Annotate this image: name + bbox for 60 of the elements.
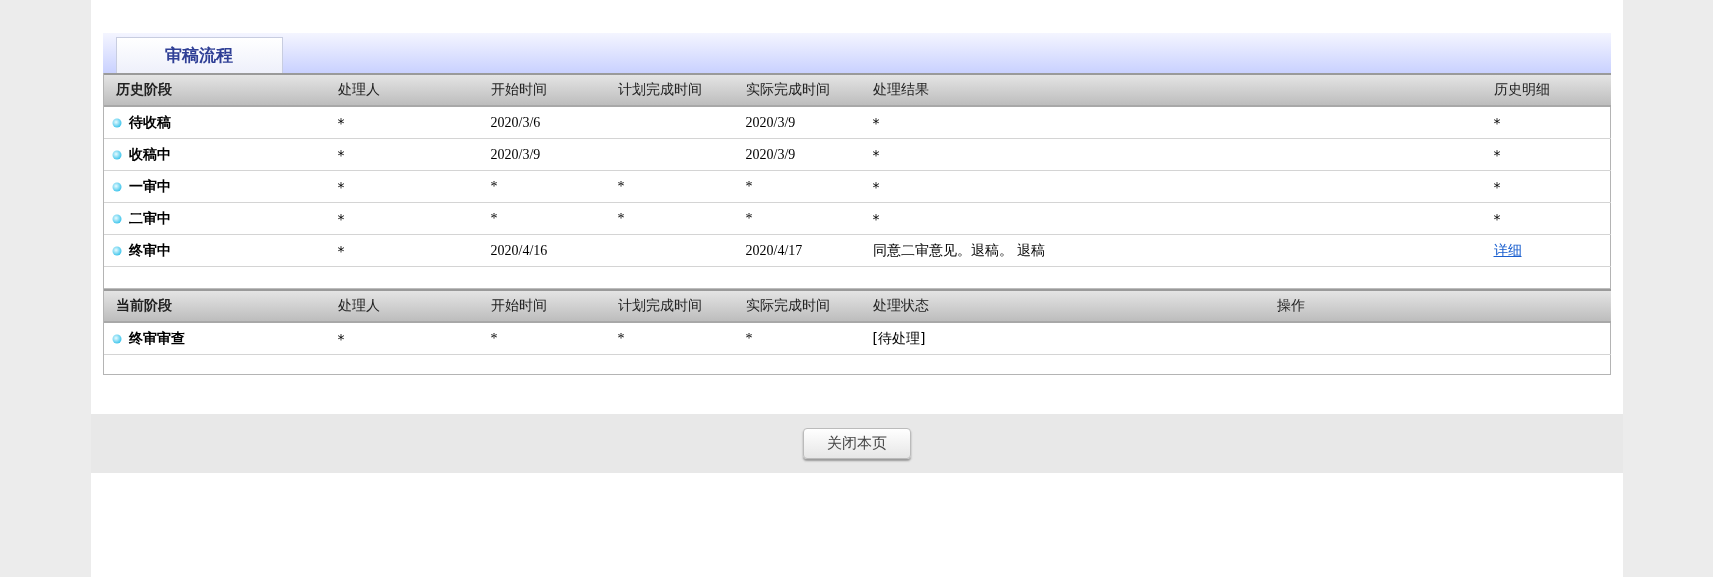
column-header: 历史阶段 — [114, 81, 172, 97]
close-page-button[interactable]: 关闭本页 — [802, 428, 911, 459]
table-cell: * — [872, 114, 880, 131]
table-cell: * — [337, 242, 345, 259]
column-header: 处理结果 — [872, 81, 929, 97]
table-cell: 2020/3/9 — [490, 146, 541, 162]
column-header: 当前阶段 — [114, 297, 172, 313]
table-cell: 2020/3/9 — [745, 114, 796, 130]
table-cell: * — [490, 178, 498, 194]
bullet-icon — [111, 333, 122, 344]
table-cell: * — [490, 210, 498, 226]
stage-name: 终审审查 — [128, 329, 185, 348]
detail-link[interactable]: 详细 — [1493, 241, 1522, 258]
bullet-icon — [111, 245, 122, 256]
table-cell: * — [1493, 146, 1501, 163]
bullet-icon — [111, 213, 122, 224]
column-header: 开始时间 — [490, 81, 547, 97]
bullet-icon — [111, 181, 122, 192]
table-cell: * — [872, 210, 880, 227]
column-header: 计划完成时间 — [617, 81, 702, 97]
stage-name: 一审中 — [128, 177, 171, 196]
column-header: 处理状态 — [872, 297, 929, 313]
column-header: 处理人 — [337, 81, 380, 97]
column-header: 历史明细 — [1493, 81, 1550, 97]
tab[interactable]: 审稿流程 — [115, 37, 283, 73]
table-cell: 2020/4/17 — [745, 242, 803, 258]
table-cell: * — [745, 210, 753, 226]
table-cell: * — [617, 178, 625, 194]
table-cell: 2020/4/16 — [490, 242, 548, 258]
table-cell: * — [872, 178, 880, 195]
stage-name: 终审中 — [128, 241, 171, 260]
bullet-icon — [111, 117, 122, 128]
stage-name: 收稿中 — [128, 145, 171, 164]
column-header: 开始时间 — [490, 297, 547, 313]
bullet-icon — [111, 149, 122, 160]
table-cell: * — [337, 330, 345, 347]
column-header: 实际完成时间 — [745, 81, 830, 97]
table-cell: 同意二审意见。退稿。 退稿 — [872, 241, 1045, 258]
table-cell: * — [617, 210, 625, 226]
table-cell: [待处理] — [872, 329, 926, 346]
column-header: 操作 — [1276, 297, 1305, 313]
column-header: 处理人 — [337, 297, 380, 313]
stage-name: 待收稿 — [128, 113, 171, 132]
table-cell: * — [337, 178, 345, 195]
table-cell: * — [337, 210, 345, 227]
table-cell: * — [617, 330, 625, 346]
table-cell: * — [337, 146, 345, 163]
table-cell: * — [490, 330, 498, 346]
table-cell: 2020/3/6 — [490, 114, 541, 130]
table-cell: * — [337, 114, 345, 131]
table-cell: * — [1493, 210, 1501, 227]
column-header: 实际完成时间 — [745, 297, 830, 313]
table-cell: * — [1493, 178, 1501, 195]
stage-name: 二审中 — [128, 209, 171, 228]
table-cell: * — [745, 330, 753, 346]
table-cell: 2020/3/9 — [745, 146, 796, 162]
column-header: 计划完成时间 — [617, 297, 702, 313]
table-cell: * — [1493, 114, 1501, 131]
table-cell: * — [745, 178, 753, 194]
table-cell: * — [872, 146, 880, 163]
